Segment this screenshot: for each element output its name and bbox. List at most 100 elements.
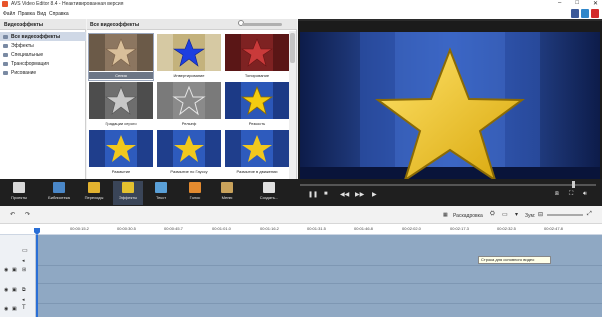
lock-icon[interactable]: ▣: [12, 306, 17, 312]
lock-icon[interactable]: ▣: [12, 267, 17, 273]
category-special[interactable]: Специальные: [0, 50, 86, 59]
effect-caption: Размытие в движении: [236, 169, 278, 174]
timeline-ruler[interactable]: 00:00:15.2 00:00:30.5 00:00:45.7 00:01:0…: [0, 224, 602, 235]
effect-tile-invert[interactable]: Инвертирование: [157, 34, 221, 80]
app-logo-icon: [2, 1, 8, 7]
category-panel-title: Видеоэффекты: [0, 19, 86, 30]
minimize-button[interactable]: –: [558, 0, 561, 9]
text-track-icon: T: [22, 305, 26, 311]
title-bar: AVS Video Editor 8.4 - Неактивированная …: [0, 0, 602, 9]
maximize-button[interactable]: □: [575, 0, 579, 9]
close-button[interactable]: ✕: [593, 0, 598, 9]
menu-bar: Файл Правка Вид Справка: [0, 9, 602, 19]
previous-frame-button[interactable]: ◀◀: [340, 191, 349, 198]
menu-file[interactable]: Файл: [3, 11, 15, 17]
speaker-icon[interactable]: ◂: [22, 258, 25, 264]
playhead[interactable]: [36, 235, 38, 317]
category-all-effects[interactable]: Все видеоэффекты: [0, 32, 86, 41]
speaker-icon[interactable]: ◂: [22, 297, 25, 303]
projects-button[interactable]: Проекты: [4, 181, 34, 205]
scrollbar-thumb[interactable]: [290, 33, 295, 63]
facebook-icon[interactable]: [571, 9, 579, 18]
folder-icon: [3, 43, 8, 48]
category-label: Все видеоэффекты: [11, 33, 61, 40]
menu-help[interactable]: Справка: [49, 11, 69, 17]
timeline-area[interactable]: ▭ ◂ ◉ ▣ ⊞ ◉ ▣ ⧉ ◂ ◉ ▣ T: [0, 235, 602, 317]
transitions-button[interactable]: Переходы: [79, 181, 109, 205]
redo-icon[interactable]: ↷: [25, 211, 30, 218]
audio-settings-icon[interactable]: ⛭: [490, 211, 495, 218]
volume-icon[interactable]: 🔊︎: [583, 191, 587, 198]
effect-tile-blur[interactable]: Размытие: [89, 130, 153, 176]
zoom-fit-icon[interactable]: ⤢: [587, 211, 592, 218]
ruler-tick: 00:00:45.7: [164, 226, 183, 231]
tool-label: Библиотека: [48, 195, 70, 200]
twitter-icon[interactable]: [581, 9, 589, 18]
voice-button[interactable]: Голос: [180, 181, 210, 205]
effect-caption: Тонирование: [244, 73, 270, 78]
visibility-icon[interactable]: ◉: [4, 287, 8, 293]
create-button[interactable]: Создать...: [248, 181, 290, 205]
ruler-tick: 00:00:30.5: [117, 226, 136, 231]
category-effects[interactable]: Эффекты: [0, 41, 86, 50]
storyboard-button[interactable]: Раскадровка: [453, 213, 483, 219]
social-links: [571, 9, 599, 18]
tool-label: Проекты: [10, 195, 28, 200]
snapshot-icon[interactable]: ⧈: [555, 191, 559, 198]
track-lanes[interactable]: [36, 235, 602, 317]
menu-button[interactable]: Меню: [212, 181, 242, 205]
effect-tile-tone[interactable]: Тонирование: [225, 34, 289, 80]
ruler-tick: 00:02:32.5: [497, 226, 516, 231]
timeline-dropdown-icon[interactable]: ▾: [515, 211, 518, 218]
preview-panel: Просмотр 1x 00:00:02.740 / 00:00:03.000: [298, 19, 602, 198]
category-transform[interactable]: Трансформация: [0, 59, 86, 68]
overlay-track-icon: ⧉: [22, 287, 26, 293]
menu-view[interactable]: Вид: [37, 11, 46, 17]
stop-button[interactable]: ■: [324, 191, 328, 197]
seek-bar[interactable]: [300, 181, 600, 188]
forward-button[interactable]: ▶: [372, 191, 377, 198]
folder-icon: [3, 52, 8, 57]
gallery-scrollbar[interactable]: [289, 31, 296, 179]
effect-caption: Рельеф: [181, 121, 197, 126]
screen-icon[interactable]: ▭: [502, 211, 508, 218]
ruler-tick: 00:01:01.0: [212, 226, 231, 231]
effect-tile-motion-blur[interactable]: Размытие в движении: [225, 130, 289, 176]
visibility-icon[interactable]: ◉: [4, 267, 8, 273]
lock-icon[interactable]: ▣: [12, 287, 17, 293]
category-drawing[interactable]: Рисование: [0, 68, 86, 77]
play-pause-button[interactable]: ❚❚: [308, 191, 318, 198]
tool-label: Голос: [189, 195, 201, 200]
video-track-icon: ▭: [22, 248, 28, 254]
text-button[interactable]: Текст: [146, 181, 176, 205]
zoom-out-icon[interactable]: ⊟: [538, 211, 543, 218]
effects-button[interactable]: Эффекты: [113, 181, 143, 205]
effect-tile-grayscale[interactable]: Градации серого: [89, 82, 153, 128]
effect-tile-relief[interactable]: Рельеф: [157, 82, 221, 128]
visibility-icon[interactable]: ◉: [4, 306, 8, 312]
next-frame-button[interactable]: ▶▶: [355, 191, 364, 198]
category-label: Специальные: [11, 51, 44, 58]
zoom-slider[interactable]: [547, 214, 583, 216]
undo-icon[interactable]: ↶: [10, 211, 15, 218]
transition-icon: [88, 182, 100, 193]
ruler-tick: 00:02:47.8: [544, 226, 563, 231]
tool-label: Переходы: [84, 195, 104, 200]
tool-label: Создать...: [259, 195, 279, 200]
fullscreen-icon[interactable]: ⛶: [569, 191, 573, 198]
folder-icon: [3, 70, 8, 75]
youtube-icon[interactable]: [591, 9, 599, 18]
category-label: Эффекты: [11, 42, 34, 49]
effect-tile-gaussian-blur[interactable]: Размытие по Гауссу: [157, 130, 221, 176]
folder-icon: [3, 61, 8, 66]
library-button[interactable]: Библиотека: [44, 181, 74, 205]
effect-tile-sharpen[interactable]: Резкость: [225, 82, 289, 128]
seek-handle[interactable]: [572, 181, 575, 188]
menu-edit[interactable]: Правка: [18, 11, 35, 17]
folder-icon: [3, 34, 8, 39]
effects-category-panel: Видеоэффекты Все видеоэффекты Эффекты Сп…: [0, 19, 86, 179]
ruler-tick: 00:01:31.5: [307, 226, 326, 231]
effect-tile-sepia[interactable]: Сепия: [88, 33, 154, 81]
tool-label: Текст: [155, 195, 167, 200]
gallery-zoom-slider[interactable]: [242, 23, 282, 26]
